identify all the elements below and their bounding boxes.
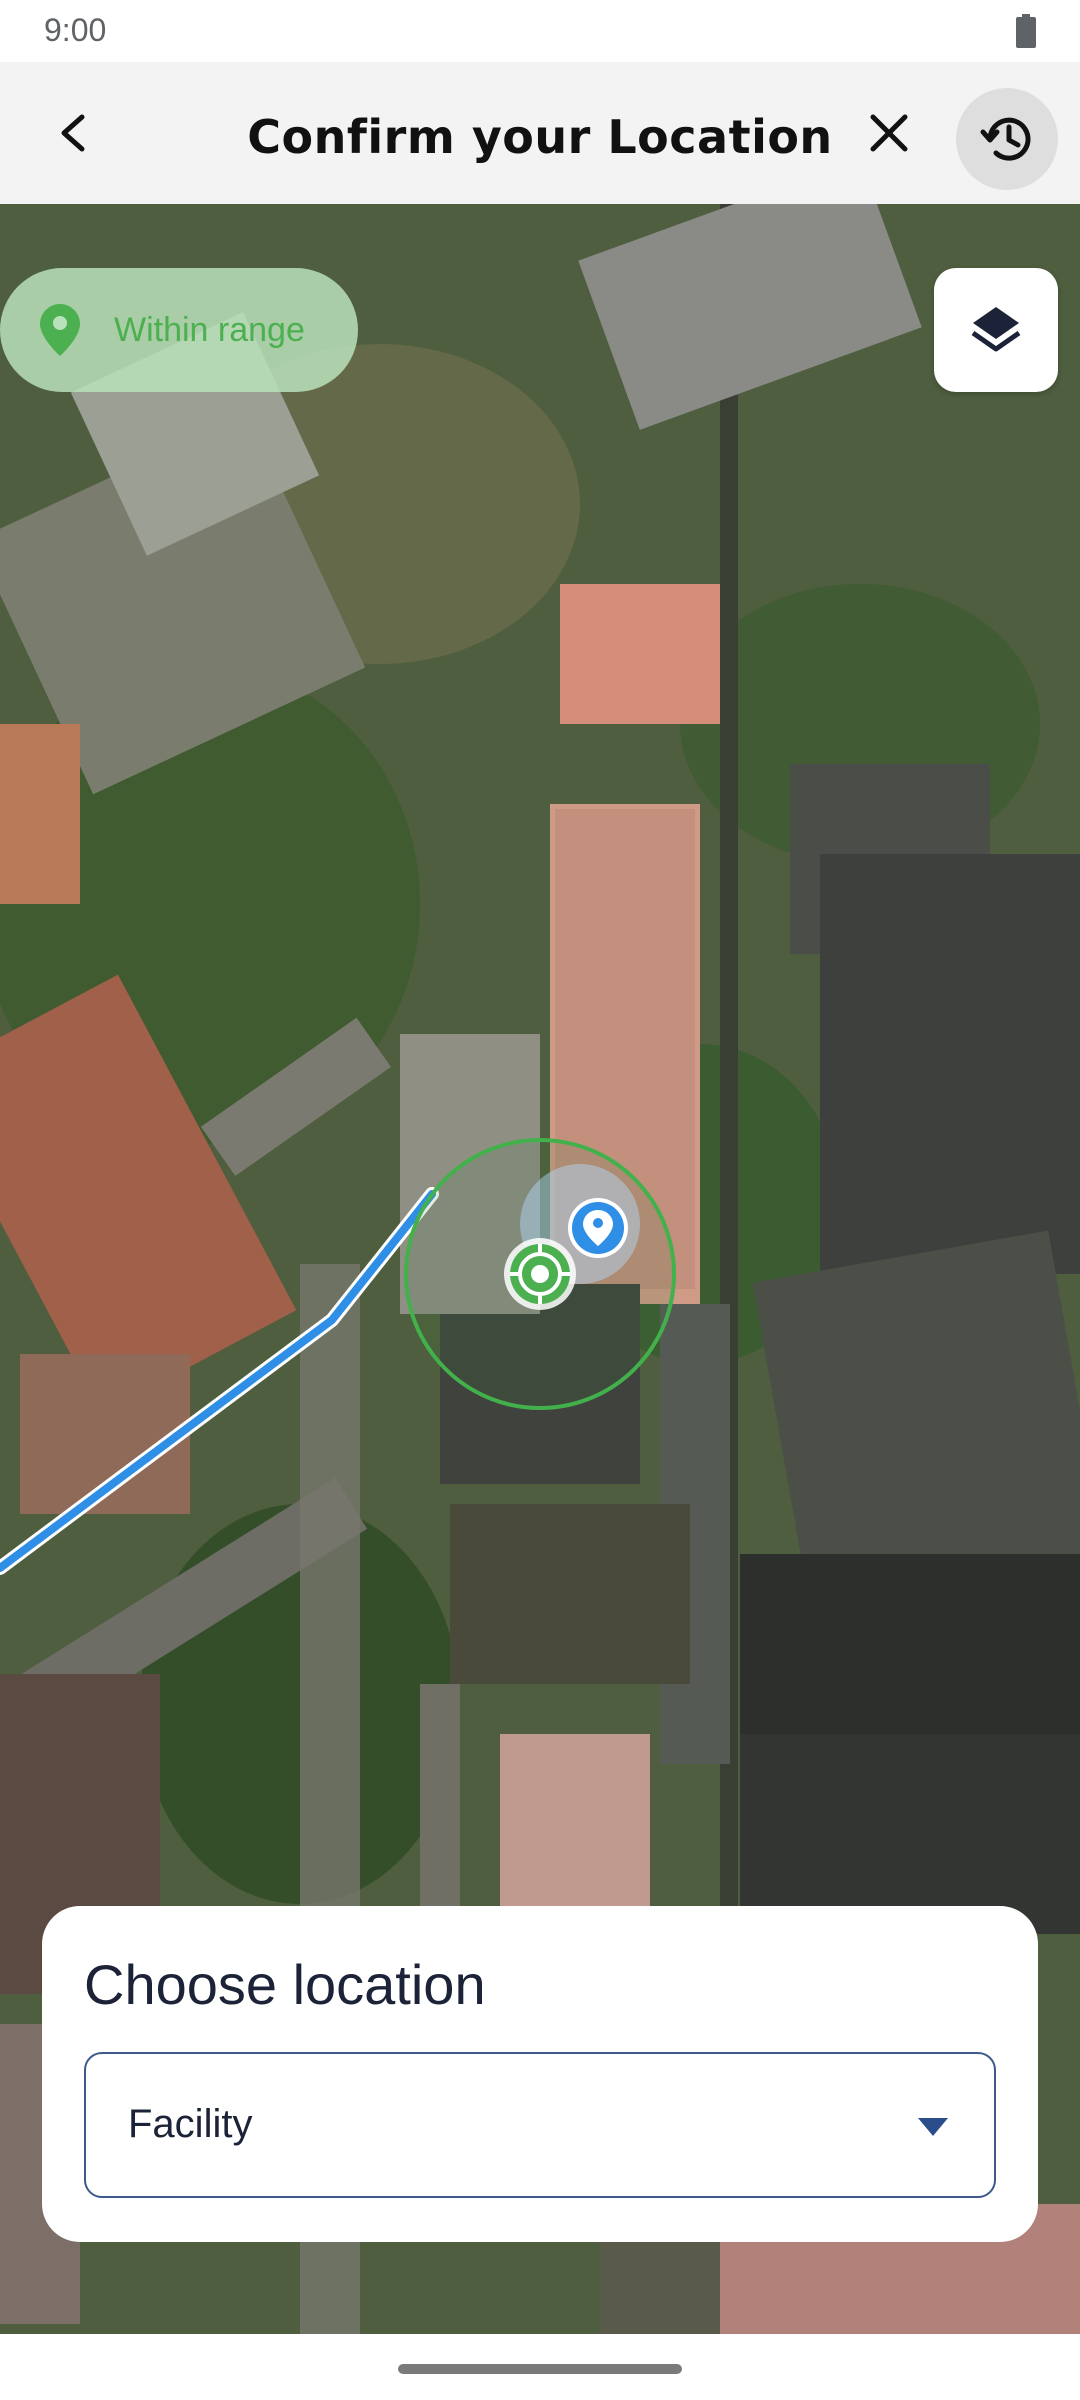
sheet-title: Choose location xyxy=(84,1953,486,2016)
user-location-marker[interactable] xyxy=(504,1238,576,1310)
close-icon xyxy=(870,114,908,152)
layers-icon xyxy=(971,307,1021,352)
status-time: 9:00 xyxy=(44,12,107,48)
history-icon xyxy=(980,117,1031,161)
range-status-label: Within range xyxy=(114,310,305,349)
choose-location-sheet: Choose location Facility xyxy=(42,1906,1038,2242)
status-bar: 9:00 xyxy=(0,0,1080,62)
within-range-chip: Within range xyxy=(0,268,358,392)
navigation-bar xyxy=(0,2334,1080,2400)
battery-full-icon xyxy=(1016,14,1036,48)
location-type-select[interactable]: Facility xyxy=(84,2052,996,2198)
gesture-handle[interactable] xyxy=(398,2364,682,2374)
select-value: Facility xyxy=(128,2102,253,2146)
app-bar: Confirm your Location xyxy=(0,62,1080,204)
dropdown-caret-icon xyxy=(918,2118,948,2136)
location-pin-icon xyxy=(40,304,80,356)
history-button[interactable] xyxy=(956,88,1058,190)
facility-pin-marker[interactable] xyxy=(568,1198,628,1258)
close-button[interactable] xyxy=(856,100,922,166)
map-layers-button[interactable] xyxy=(934,268,1058,392)
